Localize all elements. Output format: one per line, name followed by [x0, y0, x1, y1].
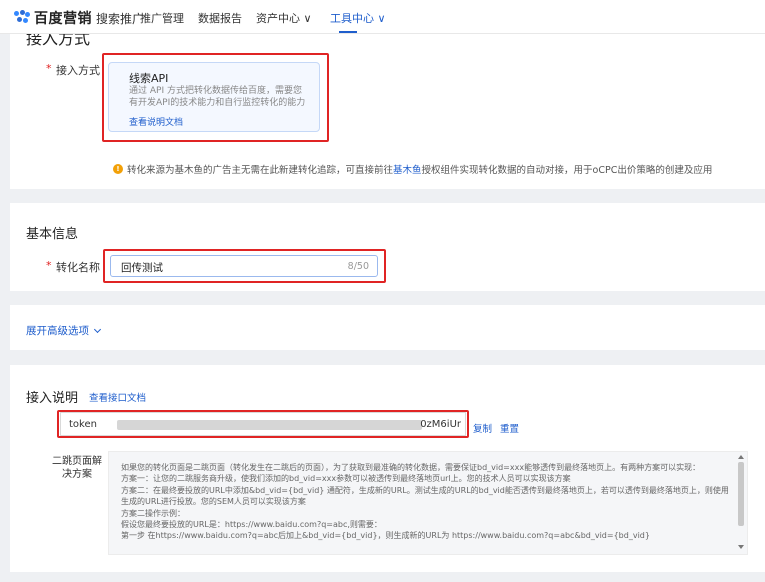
chevron-down-icon: ∨	[377, 12, 386, 25]
chevron-down-icon: ∨	[303, 12, 312, 25]
scroll-thumb[interactable]	[738, 462, 744, 526]
nav-item-assets[interactable]: 资产中心 ∨	[256, 10, 312, 26]
solution-text: 如果您的转化页面是二跳页面（转化发生在二跳后的页面），为了获取到最准确的转化数据…	[121, 462, 733, 542]
chevron-down-icon	[93, 325, 102, 333]
nav-item-campaign[interactable]: 推广管理	[140, 10, 184, 26]
expand-advanced-toggle[interactable]: 展开高级选项	[26, 323, 102, 338]
required-mark: *	[46, 62, 52, 75]
solution-line: 假设您最终要投放的URL是：https://www.baidu.com?q=ab…	[121, 520, 382, 530]
scroll-up-arrow-icon[interactable]	[738, 455, 744, 459]
solution-line: 方案一：让您的二跳服务商升级，使我们添加的bd_vid=xxx参数可以被透传到最…	[121, 474, 571, 484]
copy-token-button[interactable]: 复制	[473, 421, 492, 435]
brand-name: 百度营销	[34, 11, 92, 27]
notice-text-before: 转化来源为基木鱼的广告主无需在此新建转化追踪，可直接前往	[127, 165, 394, 176]
notice-text-after: 授权组件实现转化数据的自动对接，用于oCPC出价策略的创建及应用	[421, 165, 713, 176]
solution-line: 如果您的转化页面是二跳页面（转化发生在二跳后的页面），为了获取到最准确的转化数据…	[121, 463, 701, 472]
notice-line: ! 转化来源为基木鱼的广告主无需在此新建转化追踪，可直接前往 基木鱼 授权组件实…	[113, 162, 712, 176]
solution-line: 方案二：在最终要投放的URL中添加&bd_vid={bd_vid} 通配符，生成…	[121, 485, 729, 507]
solution-textarea[interactable]: 如果您的转化页面是二跳页面（转化发生在二跳后的页面），为了获取到最准确的转化数据…	[108, 451, 748, 555]
conversion-name-input[interactable]: 回传测试 8/50	[110, 255, 378, 277]
conversion-name-label: 转化名称	[56, 261, 100, 274]
nav-item-tools-label: 工具中心	[330, 12, 374, 25]
section-title-integration: 接入说明	[26, 391, 79, 406]
conversion-name-value: 回传测试	[121, 262, 163, 274]
api-option-desc: 通过 API 方式把转化数据传给百度，需要您有开发API的技术能力和自行监控转化…	[129, 86, 306, 108]
jimuyu-link[interactable]: 基木鱼	[393, 162, 422, 176]
advanced-panel	[10, 305, 765, 350]
expand-advanced-label: 展开高级选项	[26, 325, 89, 337]
brand-subtitle: 搜索推广	[96, 11, 145, 26]
char-counter: 8/50	[347, 261, 369, 272]
api-option-title: 线索API	[129, 72, 169, 85]
solution-line: 方案二操作示例：	[121, 508, 185, 518]
api-doc-link[interactable]: 查看说明文档	[129, 115, 183, 128]
token-field[interactable]: token ••••••••••••••••••••••••••••••••••…	[60, 412, 466, 436]
token-masked-value: ••••••••••••••••••••••••••••••••••••••••	[117, 420, 422, 430]
basic-info-panel	[10, 203, 765, 291]
access-method-label: 接入方式	[56, 64, 100, 77]
required-mark: *	[46, 259, 52, 272]
brand-logo[interactable]: 百度营销 搜索推广	[14, 8, 144, 28]
reset-token-button[interactable]: 重置	[500, 421, 519, 435]
top-nav: 百度营销 搜索推广 推广管理 数据报告 资产中心 ∨ 工具中心 ∨	[0, 0, 765, 34]
nav-item-tools[interactable]: 工具中心 ∨	[330, 10, 386, 26]
solution-line: 第一步 在https://www.baidu.com?q=abc后加上&bd_v…	[121, 531, 650, 541]
scroll-down-arrow-icon[interactable]	[738, 545, 744, 549]
active-tab-indicator	[339, 31, 357, 33]
section-title-basic: 基本信息	[26, 227, 79, 242]
api-option-card[interactable]: 线索API 通过 API 方式把转化数据传给百度，需要您有开发API的技术能力和…	[108, 62, 320, 132]
solution-scrollbar[interactable]	[736, 452, 746, 553]
nav-item-assets-label: 资产中心	[256, 12, 300, 25]
nav-item-reports[interactable]: 数据报告	[198, 10, 242, 26]
token-suffix: 0zM6iUr	[420, 419, 461, 430]
token-label: token	[69, 419, 97, 430]
baidu-paw-icon	[14, 10, 30, 26]
api-doc-link[interactable]: 查看接口文档	[89, 390, 146, 404]
info-icon: !	[113, 164, 123, 174]
solution-label: 二跳页面解决方案	[52, 456, 102, 480]
